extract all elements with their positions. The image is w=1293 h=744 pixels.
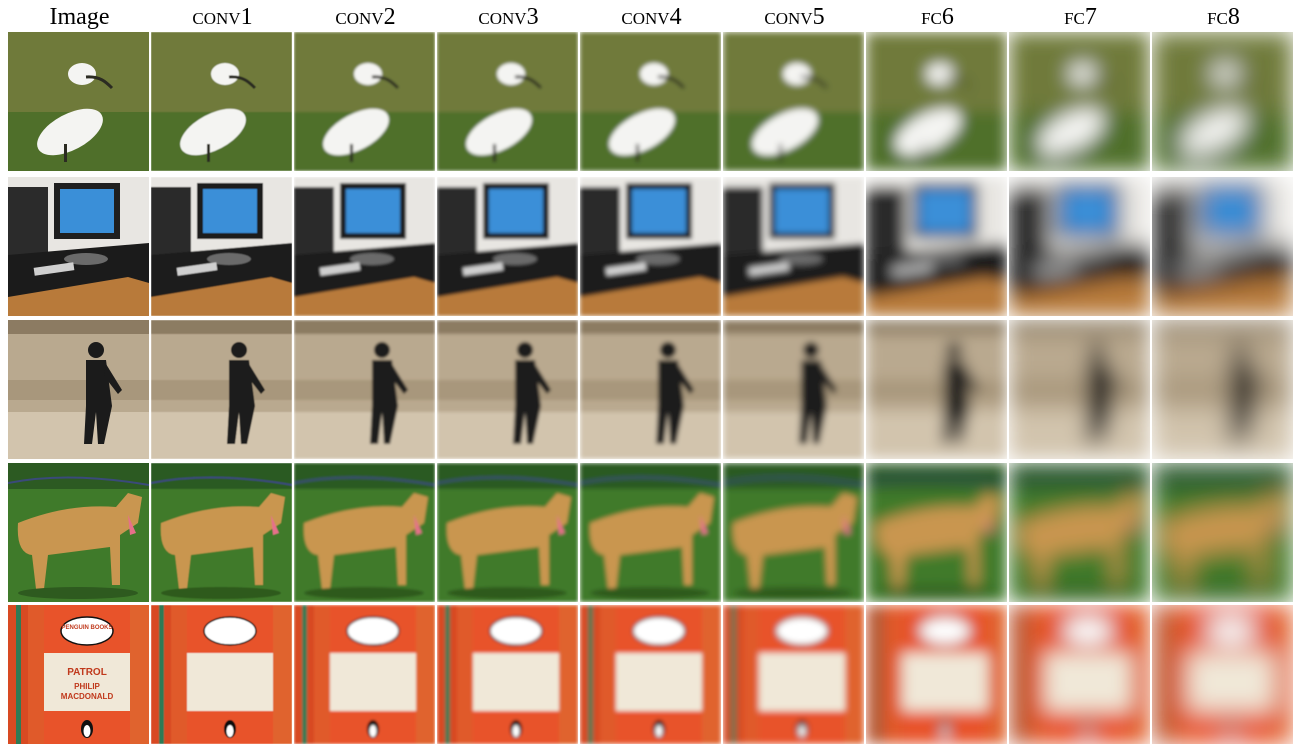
image-dog-conv1: [151, 463, 292, 602]
image-penguin-books-conv4: [580, 605, 721, 744]
image-dog-fc8: [1152, 463, 1293, 602]
image-dog-fc7: [1009, 463, 1150, 602]
image-spoonbill-fc8: [1152, 32, 1293, 171]
image-computer-desk-conv1: [151, 177, 292, 316]
col-label-image: Image: [49, 4, 110, 30]
image-dog-conv3: [437, 463, 578, 602]
image-spoonbill-conv4: [580, 32, 721, 171]
book-text-publisher: PENGUIN BOOKS: [61, 625, 112, 631]
image-man-on-beach-conv3: [437, 320, 578, 459]
image-penguin-books-conv3: [437, 605, 578, 744]
col-label-conv1: conv1: [192, 4, 253, 30]
image-computer-desk-fc8: [1152, 177, 1293, 316]
figure-row-spoonbill: [8, 32, 1293, 171]
image-dog-image: [8, 463, 149, 602]
book-text-author_1: PHILIP: [74, 682, 100, 691]
image-man-on-beach-fc6: [866, 320, 1007, 459]
image-computer-desk-conv2: [294, 177, 435, 316]
image-spoonbill-image: [8, 32, 149, 171]
image-computer-desk-image: [8, 177, 149, 316]
image-penguin-books-fc6: [866, 605, 1007, 744]
image-man-on-beach-fc8: [1152, 320, 1293, 459]
image-penguin-books-image: PENGUIN BOOKS PATROL PHILIP MACDONALD: [8, 605, 149, 744]
image-man-on-beach-fc7: [1009, 320, 1150, 459]
image-spoonbill-conv3: [437, 32, 578, 171]
figure-row-dog: [8, 463, 1293, 602]
col-label-conv3: conv3: [478, 4, 539, 30]
col-label-conv5: conv5: [764, 4, 825, 30]
image-dog-conv2: [294, 463, 435, 602]
image-computer-desk-conv3: [437, 177, 578, 316]
col-label-fc6: fc6: [921, 4, 954, 30]
image-dog-conv5: [723, 463, 864, 602]
image-penguin-books-conv1: [151, 605, 292, 744]
image-penguin-books-conv5: [723, 605, 864, 744]
figure-row-computer-desk: [8, 177, 1293, 316]
image-dog-fc6: [866, 463, 1007, 602]
image-computer-desk-fc7: [1009, 177, 1150, 316]
figure: Image conv1 conv2 conv3 conv4 conv5 fc6 …: [0, 0, 1293, 744]
book-text-author_2: MACDONALD: [61, 692, 114, 701]
col-label-fc8: fc8: [1207, 4, 1240, 30]
image-penguin-books-fc8: [1152, 605, 1293, 744]
image-spoonbill-conv5: [723, 32, 864, 171]
book-text-title: PATROL: [67, 667, 107, 678]
image-computer-desk-fc6: [866, 177, 1007, 316]
image-penguin-books-conv2: [294, 605, 435, 744]
image-spoonbill-conv2: [294, 32, 435, 171]
column-headers: Image conv1 conv2 conv3 conv4 conv5 fc6 …: [8, 0, 1293, 32]
col-label-conv4: conv4: [621, 4, 682, 30]
image-man-on-beach-conv1: [151, 320, 292, 459]
image-spoonbill-fc7: [1009, 32, 1150, 171]
image-spoonbill-fc6: [866, 32, 1007, 171]
col-label-fc7: fc7: [1064, 4, 1097, 30]
col-label-conv2: conv2: [335, 4, 396, 30]
image-penguin-books-fc7: [1009, 605, 1150, 744]
image-computer-desk-conv4: [580, 177, 721, 316]
figure-row-man-on-beach: [8, 320, 1293, 459]
image-man-on-beach-image: [8, 320, 149, 459]
image-man-on-beach-conv5: [723, 320, 864, 459]
image-man-on-beach-conv2: [294, 320, 435, 459]
image-spoonbill-conv1: [151, 32, 292, 171]
image-man-on-beach-conv4: [580, 320, 721, 459]
image-dog-conv4: [580, 463, 721, 602]
image-computer-desk-conv5: [723, 177, 864, 316]
figure-row-penguin-books: PENGUIN BOOKS PATROL PHILIP MACDONALD: [8, 605, 1293, 744]
